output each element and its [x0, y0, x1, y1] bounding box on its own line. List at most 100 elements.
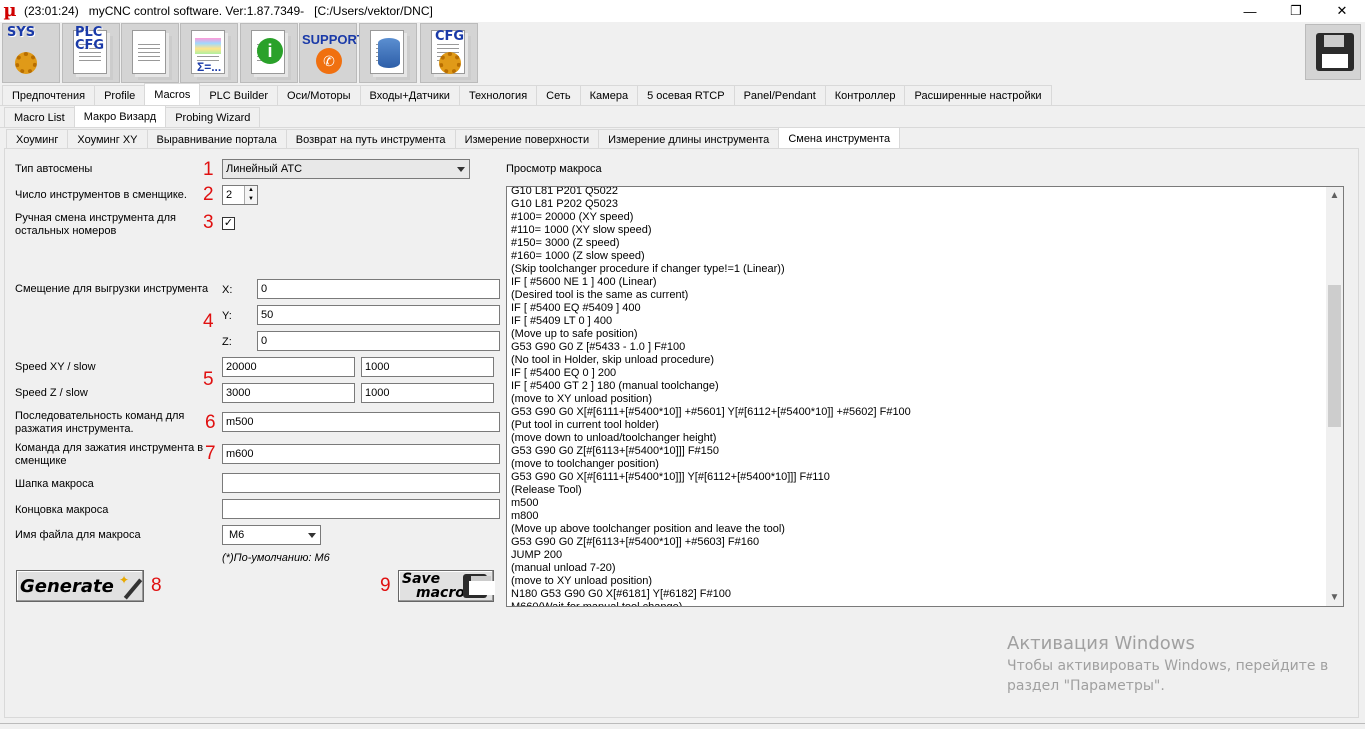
- macro-line: (Skip toolchanger procedure if changer t…: [511, 263, 785, 275]
- phone-icon: ✆: [316, 48, 342, 74]
- unload-z-field[interactable]: 0: [257, 331, 500, 351]
- manual-change-checkbox[interactable]: ✓: [222, 217, 235, 230]
- manual-change-label: Ручная смена инструмента для остальных н…: [15, 212, 176, 237]
- vertical-scrollbar[interactable]: ▲ ▼: [1326, 187, 1343, 606]
- speed-z-slow-field[interactable]: 1000: [361, 383, 494, 403]
- tab-advanced-settings[interactable]: Расширенные настройки: [904, 85, 1052, 105]
- tab-return-to-path[interactable]: Возврат на путь инструмента: [285, 129, 456, 149]
- macro-line: (manual unload 7-20): [511, 562, 616, 574]
- clamp-field[interactable]: m600: [222, 444, 500, 464]
- scroll-down-icon[interactable]: ▼: [1326, 589, 1343, 606]
- save-macro-label: Save macro: [402, 571, 465, 601]
- x-label: X:: [222, 284, 233, 296]
- tab-probing-wizard[interactable]: Probing Wizard: [165, 107, 261, 127]
- toolbar: SYS PLC CFG Σ=... i SUPPORT ✆ CFG: [0, 22, 1365, 84]
- clamp-label: Команда для зажатия инструмента в сменщи…: [15, 442, 204, 467]
- macro-header-field[interactable]: [222, 473, 500, 493]
- changer-type-select[interactable]: Линейный АТС: [222, 159, 470, 179]
- speed-xy-label: Speed XY / slow: [15, 361, 96, 373]
- tab-panel-pendant[interactable]: Panel/Pendant: [733, 85, 826, 105]
- tab-tool-length[interactable]: Измерение длины инструмента: [598, 129, 780, 149]
- tab-homing[interactable]: Хоуминг: [6, 129, 69, 149]
- divider: [0, 105, 1365, 106]
- wizard-tabs: Хоуминг Хоуминг XY Выравнивание портала …: [6, 127, 901, 149]
- macro-line: #150= 3000 (Z speed): [511, 237, 620, 249]
- unclamp-label: Последовательность команд для разжатия и…: [15, 410, 185, 435]
- documents-icon: [132, 30, 166, 74]
- tab-macro-list[interactable]: Macro List: [4, 107, 75, 127]
- default-filename-hint: (*)По-умолчанию: M6: [222, 552, 330, 564]
- tab-5axis-rtcp[interactable]: 5 осевая RTCP: [637, 85, 735, 105]
- speed-xy-field[interactable]: 20000: [222, 357, 355, 377]
- macro-line: G53 G90 G0 Z[#[6113+[#5400*10]] +#5603] …: [511, 536, 760, 548]
- tab-plc-builder[interactable]: PLC Builder: [199, 85, 279, 105]
- info-button[interactable]: i: [240, 23, 298, 83]
- stepper-arrows-icon[interactable]: ▲ ▼: [244, 186, 257, 204]
- unload-y-field[interactable]: 50: [257, 305, 500, 325]
- macro-footer-field[interactable]: [222, 499, 500, 519]
- tab-surface-measure[interactable]: Измерение поверхности: [454, 129, 600, 149]
- tab-gantry-align[interactable]: Выравнивание портала: [146, 129, 287, 149]
- scrollbar-thumb[interactable]: [1328, 285, 1341, 427]
- y-label: Y:: [222, 310, 232, 322]
- tab-network[interactable]: Сеть: [536, 85, 581, 105]
- gear-icon: [439, 52, 461, 74]
- color-table-icon: [195, 38, 221, 54]
- macro-line: #100= 20000 (XY speed): [511, 211, 634, 223]
- database-button[interactable]: [359, 23, 417, 83]
- annotation-7: 7: [205, 443, 216, 464]
- plc-config-button[interactable]: PLC CFG: [62, 23, 120, 83]
- tab-macro-wizard[interactable]: Макро Визард: [73, 105, 167, 127]
- filename-select[interactable]: M6: [222, 525, 321, 545]
- cfg-label: CFG: [435, 29, 465, 44]
- support-button[interactable]: SUPPORT ✆: [299, 23, 365, 83]
- unclamp-field[interactable]: m500: [222, 412, 500, 432]
- speed-xy-slow-field[interactable]: 1000: [361, 357, 494, 377]
- macro-line: IF [ #5409 LT 0 ] 400: [511, 315, 613, 327]
- macro-line: (move to toolchanger position): [511, 458, 659, 470]
- tool-count-stepper[interactable]: 2 ▲ ▼: [222, 185, 258, 205]
- tab-profile[interactable]: Profile: [94, 85, 146, 105]
- macro-preview-content: G10 L81 P201 Q5022 G10 L81 P202 Q5023 #100…: [511, 187, 1323, 606]
- filename-value: M6: [229, 529, 245, 541]
- tab-axes-motors[interactable]: Оси/Моторы: [277, 85, 361, 105]
- tab-camera[interactable]: Камера: [579, 85, 639, 105]
- maximize-button[interactable]: ❐: [1273, 0, 1319, 22]
- info-icon: i: [257, 38, 283, 64]
- formula-button[interactable]: Σ=...: [180, 23, 238, 83]
- annotation-1: 1: [203, 159, 214, 180]
- activation-watermark-title: Активация Windows: [1007, 633, 1195, 654]
- annotation-4: 4: [203, 311, 214, 332]
- tool-count-label: Число инструментов в сменщике.: [15, 189, 187, 201]
- tab-homing-xy[interactable]: Хоуминг XY: [67, 129, 148, 149]
- macro-preview-textarea[interactable]: G10 L81 P201 Q5022 G10 L81 P202 Q5023 #100…: [506, 186, 1344, 607]
- unload-x-field[interactable]: 0: [257, 279, 500, 299]
- sigma-icon: Σ=...: [197, 60, 222, 74]
- scroll-up-icon[interactable]: ▲: [1326, 187, 1343, 204]
- tab-controller[interactable]: Контроллер: [824, 85, 906, 105]
- tab-tool-change[interactable]: Смена инструмента: [778, 127, 901, 149]
- documents-button[interactable]: [121, 23, 179, 83]
- minimize-button[interactable]: —: [1227, 0, 1273, 22]
- tab-inputs-sensors[interactable]: Входы+Датчики: [359, 85, 460, 105]
- macro-line: IF [ #5400 EQ 0 ] 200: [511, 367, 617, 379]
- annotation-2: 2: [203, 184, 214, 205]
- macro-line: m500: [511, 497, 539, 509]
- annotation-8: 8: [151, 575, 162, 596]
- generate-button[interactable]: Generate ✦: [16, 570, 144, 602]
- save-config-button[interactable]: [1305, 24, 1361, 80]
- tab-macros[interactable]: Macros: [144, 83, 201, 105]
- save-macro-button[interactable]: Save macro: [398, 570, 495, 602]
- sparkle-icon: ✦: [118, 573, 129, 587]
- speed-z-field[interactable]: 3000: [222, 383, 355, 403]
- macro-line: (Move up to safe position): [511, 328, 638, 340]
- close-button[interactable]: ✕: [1319, 0, 1365, 22]
- tab-preferences[interactable]: Предпочтения: [2, 85, 96, 105]
- z-label: Z:: [222, 336, 232, 348]
- generate-label: Generate: [20, 576, 114, 597]
- sys-config-button[interactable]: SYS: [2, 23, 60, 83]
- cfg-button[interactable]: CFG: [420, 23, 478, 83]
- speed-z-label: Speed Z / slow: [15, 387, 88, 399]
- macro-line: JUMP 200: [511, 549, 563, 561]
- tab-technology[interactable]: Технология: [458, 85, 538, 105]
